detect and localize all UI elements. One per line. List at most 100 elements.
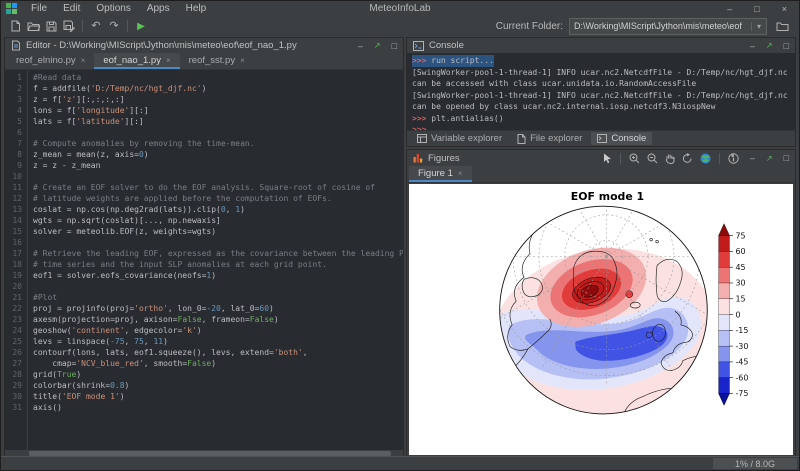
code-line[interactable]: 10 [5, 171, 403, 182]
colorbar-tick-label: -30 [735, 342, 748, 351]
line-number: 20 [5, 281, 25, 292]
code-editor-area[interactable]: 1#Read data2f = addfile('D:/Temp/nc/hgt_… [5, 70, 403, 450]
current-folder-combobox[interactable]: D:\Working\MIScript\Jython\mis\meteo\eof… [569, 18, 767, 35]
code-line[interactable]: 7# Compute anomalies by removing the tim… [5, 138, 403, 149]
code-line[interactable]: 19eof1 = solver.eofs_covariance(neofs=1) [5, 270, 403, 281]
code-line[interactable]: 16 [5, 237, 403, 248]
line-number: 23 [5, 314, 25, 325]
figures-title: Figures [428, 153, 460, 164]
pan-icon[interactable] [665, 153, 675, 164]
panel-float-icon[interactable]: ↗ [374, 41, 381, 50]
tab-reof-elnino[interactable]: reof_elnino.py × [7, 53, 94, 69]
colorbar-tick-label: -15 [735, 326, 748, 335]
panel-float-icon[interactable]: ↗ [766, 154, 773, 163]
figures-header: Figures [407, 150, 795, 166]
code-line[interactable]: 14wgts = np.sqrt(coslat)[..., np.newaxis… [5, 215, 403, 226]
line-number: 9 [5, 160, 25, 171]
code-line[interactable]: 2f = addfile('D:/Temp/nc/hgt_djf.nc') [5, 83, 403, 94]
code-line[interactable]: 21#Plot [5, 292, 403, 303]
code-line[interactable]: 11# Create an EOF solver to do the EOF a… [5, 182, 403, 193]
editor-panel: Editor - D:\Working\MIScript\Jython\mis\… [4, 37, 404, 458]
code-line[interactable]: 25levs = linspace(-75, 75, 11) [5, 336, 403, 347]
console-title: Console [429, 40, 464, 51]
full-extent-globe-icon[interactable] [700, 153, 711, 164]
console-icon [413, 41, 424, 51]
zoom-out-icon[interactable] [647, 153, 658, 164]
tab-reof-sst[interactable]: reof_sst.py × [180, 53, 254, 69]
eof-map-figure: EOF mode 1 [409, 184, 793, 455]
code-line[interactable]: 28grid(True) [5, 369, 403, 380]
panel-maximize-icon[interactable]: □ [784, 153, 789, 163]
window-minimize-button[interactable]: – [727, 4, 732, 14]
panel-maximize-icon[interactable]: □ [392, 41, 397, 51]
code-line[interactable]: 12# latitude weights are applied before … [5, 193, 403, 204]
tab-close-icon[interactable]: × [458, 169, 463, 178]
rotate-icon[interactable] [682, 153, 693, 164]
tab-figure-1[interactable]: Figure 1 × [409, 166, 472, 182]
panel-minimize-icon[interactable]: – [750, 41, 755, 51]
tab-eof-nao-1[interactable]: eof_nao_1.py × [94, 53, 179, 69]
code-line[interactable]: 27 cmap='NCV_blue_red', smooth=False) [5, 358, 403, 369]
figure-canvas[interactable]: EOF mode 1 [409, 184, 793, 455]
tab-console[interactable]: Console [591, 132, 652, 145]
panel-maximize-icon[interactable]: □ [784, 41, 789, 51]
identify-icon[interactable] [728, 153, 739, 164]
menu-apps[interactable]: Apps [139, 1, 178, 16]
menu-help[interactable]: Help [178, 1, 215, 16]
code-line[interactable]: 31axis() [5, 402, 403, 413]
code-line[interactable]: 15solver = meteolib.EOF(z, weights=wgts) [5, 226, 403, 237]
figure-title: EOF mode 1 [571, 190, 644, 203]
code-line[interactable]: 24geoshow('continent', edgecolor='k') [5, 325, 403, 336]
new-file-icon[interactable] [6, 18, 24, 34]
tab-close-icon[interactable]: × [166, 56, 171, 65]
code-line[interactable]: 17# Retrieve the leading EOF, expressed … [5, 248, 403, 259]
panel-minimize-icon[interactable]: – [750, 153, 755, 163]
panel-minimize-icon[interactable]: – [358, 41, 363, 51]
code-line[interactable]: 9z = z - z_mean [5, 160, 403, 171]
tab-file-explorer[interactable]: File explorer [511, 132, 588, 145]
code-line[interactable]: 23axesm(projection=proj, axison=False, f… [5, 314, 403, 325]
code-line[interactable]: 22proj = projinfo(proj='ortho', lon_0=-2… [5, 303, 403, 314]
save-icon[interactable] [42, 18, 60, 34]
tab-variable-explorer[interactable]: Variable explorer [411, 132, 508, 145]
console-tab-icon [597, 134, 607, 143]
open-file-icon[interactable] [24, 18, 42, 34]
run-script-icon[interactable]: ▶ [132, 18, 150, 34]
tab-close-icon[interactable]: × [240, 56, 245, 65]
zoom-in-icon[interactable] [629, 153, 640, 164]
console-line: [SwingWorker-pool-1-thread-1] INFO ucar.… [412, 90, 790, 102]
editor-title: Editor - D:\Working\MIScript\Jython\mis\… [26, 40, 297, 51]
browse-folder-icon[interactable] [773, 18, 791, 34]
menu-file[interactable]: File [23, 1, 55, 16]
chevron-down-icon[interactable]: ▾ [751, 22, 766, 31]
panel-float-icon[interactable]: ↗ [766, 41, 773, 50]
tab-close-icon[interactable]: × [81, 56, 86, 65]
code-line[interactable]: 26contourf(lons, lats, eof1.squeeze(), l… [5, 347, 403, 358]
save-as-icon[interactable] [60, 18, 78, 34]
select-icon[interactable] [603, 153, 612, 164]
code-line[interactable]: 20 [5, 281, 403, 292]
window-maximize-button[interactable]: □ [754, 4, 759, 14]
line-number: 27 [5, 358, 25, 369]
code-line[interactable]: 1#Read data [5, 72, 403, 83]
menu-options[interactable]: Options [88, 1, 138, 16]
undo-icon[interactable]: ↶ [87, 18, 105, 34]
line-number: 15 [5, 226, 25, 237]
code-line[interactable]: 13coslat = np.cos(np.deg2rad(lats)).clip… [5, 204, 403, 215]
code-line[interactable]: 29colorbar(shrink=0.8) [5, 380, 403, 391]
code-line[interactable]: 4lons = f['longitude'][:] [5, 105, 403, 116]
code-line[interactable]: 3z = f['z'][:,:,:,:] [5, 94, 403, 105]
code-line[interactable]: 5lats = f['latitude'][:] [5, 116, 403, 127]
code-line[interactable]: 18# time series and the input SLP anomal… [5, 259, 403, 270]
code-line[interactable]: 8z_mean = mean(z, axis=0) [5, 149, 403, 160]
code-line[interactable]: 30title('EOF mode 1') [5, 391, 403, 402]
console-output[interactable]: >>> run script...[SwingWorker-pool-1-thr… [407, 53, 795, 130]
memory-indicator: 1% / 8.0G [713, 458, 797, 469]
menu-edit[interactable]: Edit [55, 1, 88, 16]
redo-icon[interactable]: ↷ [105, 18, 123, 34]
line-number: 24 [5, 325, 25, 336]
code-line[interactable]: 6 [5, 127, 403, 138]
line-number: 18 [5, 259, 25, 270]
window-close-button[interactable]: × [782, 4, 787, 14]
colorbar-tick-label: 45 [735, 263, 745, 272]
